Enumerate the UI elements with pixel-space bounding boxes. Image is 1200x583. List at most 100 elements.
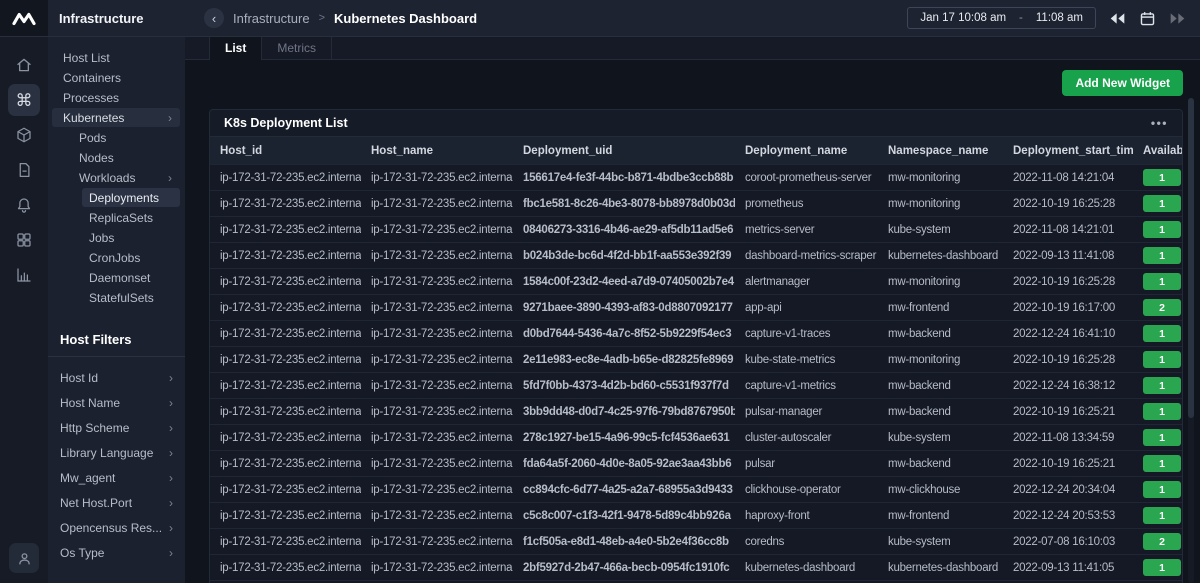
cell-host-id: ip-172-31-72-235.ec2.internal: [210, 399, 361, 425]
ellipsis-menu-icon[interactable]: •••: [1151, 116, 1168, 130]
sidebar-item-statefulsets[interactable]: StatefulSets: [52, 288, 180, 307]
host-filter-opencensus-res[interactable]: Opencensus Res...›: [48, 515, 185, 540]
host-filter-mw-agent[interactable]: Mw_agent›: [48, 465, 185, 490]
table-row[interactable]: ip-172-31-72-235.ec2.internalip-172-31-7…: [210, 243, 1183, 269]
sidebar-item-label: Kubernetes: [63, 111, 124, 125]
available-badge: 1: [1143, 169, 1181, 186]
cell-deployment-name: pulsar-manager: [735, 399, 878, 425]
package-icon[interactable]: [8, 119, 40, 151]
cell-host-id: ip-172-31-72-235.ec2.internal: [210, 425, 361, 451]
scrollbar-thumb[interactable]: [1188, 98, 1194, 418]
sidebar-item-deployments[interactable]: Deployments: [82, 188, 180, 207]
cell-host-id: ip-172-31-72-235.ec2.internal: [210, 165, 361, 191]
top-bar-controls: Jan 17 10:08 am - 11:08 am: [907, 7, 1200, 29]
column-header-available[interactable]: Available: [1133, 137, 1183, 165]
host-filter-host-id[interactable]: Host Id›: [48, 365, 185, 390]
sidebar-item-host-list[interactable]: Host List: [52, 48, 180, 67]
calendar-button[interactable]: [1139, 10, 1156, 27]
host-filters-list: Host Id›Host Name›Http Scheme›Library La…: [48, 357, 185, 565]
table-row[interactable]: ip-172-31-72-235.ec2.internalip-172-31-7…: [210, 373, 1183, 399]
vertical-scrollbar[interactable]: [1188, 98, 1194, 583]
logo-zigzag-icon: [11, 10, 37, 27]
cell-host-id: ip-172-31-72-235.ec2.internal: [210, 217, 361, 243]
cell-deployment-start-time: 2022-12-24 20:53:53: [1003, 503, 1133, 529]
cell-host-name: ip-172-31-72-235.ec2.internal: [361, 321, 513, 347]
sidebar-item-cronjobs[interactable]: CronJobs: [52, 248, 180, 267]
tab-metrics[interactable]: Metrics: [262, 36, 332, 59]
sidebar-item-label: Nodes: [79, 151, 114, 165]
column-header-deployment-start-time[interactable]: Deployment_start_time: [1003, 137, 1133, 165]
table-row[interactable]: ip-172-31-72-235.ec2.internalip-172-31-7…: [210, 269, 1183, 295]
host-filter-os-type[interactable]: Os Type›: [48, 540, 185, 565]
table-row[interactable]: ip-172-31-72-235.ec2.internalip-172-31-7…: [210, 529, 1183, 555]
breadcrumb-back-button[interactable]: ‹: [204, 8, 224, 28]
sidebar-item-processes[interactable]: Processes: [52, 88, 180, 107]
cell-deployment-start-time: 2022-07-08 16:10:03: [1003, 529, 1133, 555]
cell-deployment-start-time: 2022-09-13 11:41:05: [1003, 555, 1133, 581]
cell-deployment-name: coredns: [735, 529, 878, 555]
middleware-logo[interactable]: [0, 0, 48, 36]
user-avatar[interactable]: [9, 543, 39, 573]
sidebar-item-pods[interactable]: Pods: [52, 128, 180, 147]
column-header-host-id[interactable]: Host_id: [210, 137, 361, 165]
table-header-row: Host_idHost_nameDeployment_uidDeployment…: [210, 137, 1183, 165]
time-rewind-button[interactable]: [1109, 11, 1126, 26]
sidebar-item-label: Host List: [63, 51, 110, 65]
table-row[interactable]: ip-172-31-72-235.ec2.internalip-172-31-7…: [210, 451, 1183, 477]
column-header-namespace-name[interactable]: Namespace_name: [878, 137, 1003, 165]
chevron-right-icon: ›: [168, 171, 180, 185]
sidebar-item-daemonset[interactable]: Daemonset: [52, 268, 180, 287]
time-range-picker[interactable]: Jan 17 10:08 am - 11:08 am: [907, 7, 1096, 29]
cell-deployment-name: capture-v1-metrics: [735, 373, 878, 399]
cell-namespace-name: mw-frontend: [878, 503, 1003, 529]
table-row[interactable]: ip-172-31-72-235.ec2.internalip-172-31-7…: [210, 477, 1183, 503]
table-row[interactable]: ip-172-31-72-235.ec2.internalip-172-31-7…: [210, 503, 1183, 529]
sidebar-item-containers[interactable]: Containers: [52, 68, 180, 87]
column-header-deployment-name[interactable]: Deployment_name: [735, 137, 878, 165]
apps-grid-icon[interactable]: [8, 224, 40, 256]
table-row[interactable]: ip-172-31-72-235.ec2.internalip-172-31-7…: [210, 399, 1183, 425]
filter-label: Host Name: [60, 396, 120, 410]
cell-deployment-start-time: 2022-12-24 20:34:04: [1003, 477, 1133, 503]
cell-namespace-name: mw-monitoring: [878, 191, 1003, 217]
sidebar-item-kubernetes[interactable]: Kubernetes›: [52, 108, 180, 127]
table-row[interactable]: ip-172-31-72-235.ec2.internalip-172-31-7…: [210, 191, 1183, 217]
cell-deployment-uid: b024b3de-bc6d-4f2d-bb1f-aa553e392f39: [513, 243, 735, 269]
table-row[interactable]: ip-172-31-72-235.ec2.internalip-172-31-7…: [210, 425, 1183, 451]
table-row[interactable]: ip-172-31-72-235.ec2.internalip-172-31-7…: [210, 347, 1183, 373]
host-filter-host-name[interactable]: Host Name›: [48, 390, 185, 415]
host-filter-library-language[interactable]: Library Language›: [48, 440, 185, 465]
cell-namespace-name: kube-system: [878, 425, 1003, 451]
column-header-host-name[interactable]: Host_name: [361, 137, 513, 165]
panel-title: K8s Deployment List: [224, 116, 348, 130]
time-forward-button[interactable]: [1169, 11, 1186, 26]
available-badge: 1: [1143, 481, 1181, 498]
table-row[interactable]: ip-172-31-72-235.ec2.internalip-172-31-7…: [210, 555, 1183, 581]
cell-deployment-name: app-api: [735, 295, 878, 321]
table-row[interactable]: ip-172-31-72-235.ec2.internalip-172-31-7…: [210, 295, 1183, 321]
table-row[interactable]: ip-172-31-72-235.ec2.internalip-172-31-7…: [210, 321, 1183, 347]
sidebar-item-nodes[interactable]: Nodes: [52, 148, 180, 167]
host-filter-net-host-port[interactable]: Net Host.Port›: [48, 490, 185, 515]
sidebar-item-jobs[interactable]: Jobs: [52, 228, 180, 247]
breadcrumb-parent[interactable]: Infrastructure: [233, 11, 310, 26]
cell-host-name: ip-172-31-72-235.ec2.internal: [361, 165, 513, 191]
home-icon[interactable]: [8, 49, 40, 81]
document-icon[interactable]: [8, 154, 40, 186]
column-header-deployment-uid[interactable]: Deployment_uid: [513, 137, 735, 165]
fast-forward-icon: [1169, 11, 1186, 26]
cell-available: 1: [1133, 269, 1183, 295]
chevron-right-icon: ›: [169, 421, 173, 435]
sidebar-item-replicasets[interactable]: ReplicaSets: [52, 208, 180, 227]
bell-icon[interactable]: [8, 189, 40, 221]
host-filter-http-scheme[interactable]: Http Scheme›: [48, 415, 185, 440]
table-row[interactable]: ip-172-31-72-235.ec2.internalip-172-31-7…: [210, 165, 1183, 191]
bar-chart-icon[interactable]: [8, 259, 40, 291]
tab-list[interactable]: List: [209, 36, 262, 60]
sidebar-item-workloads[interactable]: Workloads›: [52, 168, 180, 187]
add-new-widget-button[interactable]: Add New Widget: [1062, 70, 1183, 96]
table-row[interactable]: ip-172-31-72-235.ec2.internalip-172-31-7…: [210, 217, 1183, 243]
cell-host-name: ip-172-31-72-235.ec2.internal: [361, 529, 513, 555]
available-badge: 1: [1143, 325, 1181, 342]
command-icon[interactable]: ⌘: [8, 84, 40, 116]
